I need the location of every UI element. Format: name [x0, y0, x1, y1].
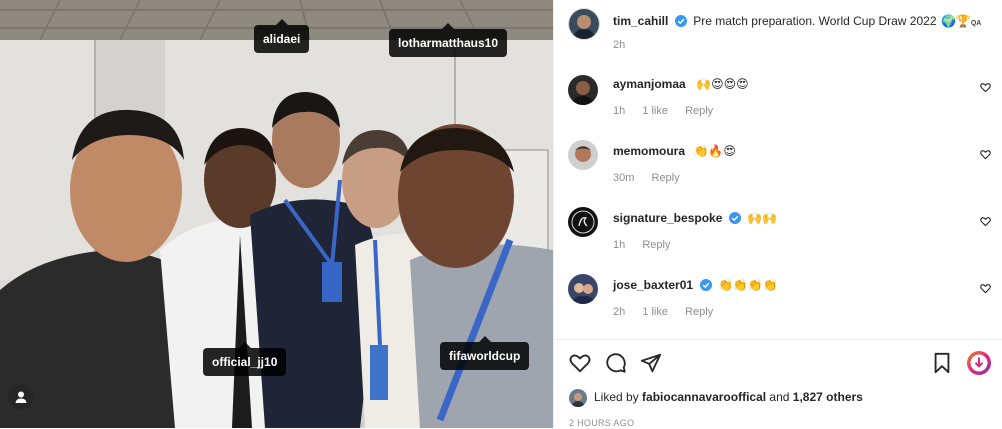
photo-tag-official-jj10[interactable]: official_jj10 [203, 342, 287, 376]
photo-tag-fifaworldcup[interactable]: fifaworldcup [440, 336, 530, 370]
post-photo[interactable]: alidaei lotharmatthaus10 official_jj10 f… [0, 0, 553, 428]
post-timestamp[interactable]: 2 HOURS AGO [569, 418, 634, 428]
comment-text: 🙌🙌 [747, 211, 778, 225]
liked-by-row: Liked by fabiocannavarooffical and 1,827… [594, 390, 863, 404]
comment-text: 🙌😍😍😍 [696, 77, 749, 91]
verified-badge-icon [699, 279, 712, 291]
caption-time: 2h [613, 39, 626, 51]
reply-button[interactable]: Reply [685, 105, 713, 117]
person-icon [15, 391, 27, 403]
comment-username[interactable]: jose_baxter01 [613, 278, 693, 292]
comment-avatar-jose-baxter01[interactable] [568, 274, 598, 304]
comment-bubble-icon[interactable] [605, 352, 627, 374]
verified-badge-icon [728, 212, 741, 224]
comment-like-heart-icon[interactable] [980, 82, 991, 93]
author-avatar[interactable] [568, 8, 600, 40]
comment-likes[interactable]: 1 like [642, 306, 668, 318]
tagged-users-button[interactable] [8, 384, 34, 410]
comment-meta: 2h 1 like Reply [613, 306, 727, 318]
avatar-image [568, 140, 598, 170]
save-bookmark-icon[interactable] [932, 352, 952, 374]
comment-time: 30m [613, 172, 635, 184]
comment-time: 2h [613, 306, 626, 318]
caption-meta: 2h [613, 39, 639, 51]
comment-text: 👏🔥😍 [693, 144, 736, 158]
photo-tag-lotharmatthaus10[interactable]: lotharmatthaus10 [389, 23, 508, 57]
comment-like-heart-icon[interactable] [980, 283, 991, 294]
comment-avatar-memomoura[interactable] [568, 140, 598, 170]
comment-meta: 1h 1 like Reply [613, 105, 727, 117]
like-heart-icon[interactable] [569, 352, 591, 374]
caption-row: tim_cahill Pre match preparation. World … [613, 12, 981, 30]
comment-row: aymanjomaa 🙌😍😍😍 [613, 75, 749, 93]
avatar-image [569, 389, 587, 407]
comment-avatar-aymanjomaa[interactable] [568, 75, 598, 105]
liked-by-others[interactable]: 1,827 others [793, 390, 863, 404]
reply-button[interactable]: Reply [642, 239, 670, 251]
liked-by-and: and [769, 390, 790, 404]
comment-meta: 30m Reply [613, 172, 694, 184]
post-actions: Liked by fabiocannavarooffical and 1,827… [554, 339, 1002, 429]
reply-button[interactable]: Reply [651, 172, 679, 184]
post-sidebar: tim_cahill Pre match preparation. World … [553, 0, 1002, 428]
liked-by-avatar[interactable] [569, 389, 587, 407]
comment-likes[interactable]: 1 like [642, 105, 668, 117]
comment-username[interactable]: signature_bespoke [613, 211, 722, 225]
comment-row: jose_baxter01 👏👏👏👏 [613, 276, 778, 294]
avatar-image [568, 274, 598, 304]
author-username[interactable]: tim_cahill [613, 14, 668, 28]
author-avatar-image [569, 9, 599, 39]
comment-username[interactable]: aymanjomaa [613, 77, 686, 91]
share-paper-plane-icon[interactable] [640, 352, 662, 374]
comment-like-heart-icon[interactable] [980, 216, 991, 227]
comment-text: 👏👏👏👏 [717, 278, 778, 292]
liked-by-prefix: Liked by [594, 390, 639, 404]
caption-flag: QA [970, 20, 982, 27]
comment-meta: 1h Reply [613, 239, 684, 251]
comment-avatar-signature-bespoke[interactable] [568, 207, 598, 237]
photo-tag-alidaei[interactable]: alidaei [254, 19, 310, 53]
download-extension-icon[interactable] [966, 350, 992, 376]
avatar-image [568, 207, 598, 237]
verified-badge-icon [674, 15, 687, 27]
caption-emoji: 🌍🏆 [940, 14, 971, 28]
comment-row: signature_bespoke 🙌🙌 [613, 209, 777, 227]
liked-by-username[interactable]: fabiocannavarooffical [642, 390, 766, 404]
comment-username[interactable]: memomoura [613, 144, 685, 158]
comment-row: memomoura 👏🔥😍 [613, 142, 736, 160]
comment-like-heart-icon[interactable] [980, 149, 991, 160]
comment-time: 1h [613, 239, 626, 251]
avatar-image [568, 75, 598, 105]
comment-time: 1h [613, 105, 626, 117]
reply-button[interactable]: Reply [685, 306, 713, 318]
caption-text: Pre match preparation. World Cup Draw 20… [693, 14, 937, 28]
